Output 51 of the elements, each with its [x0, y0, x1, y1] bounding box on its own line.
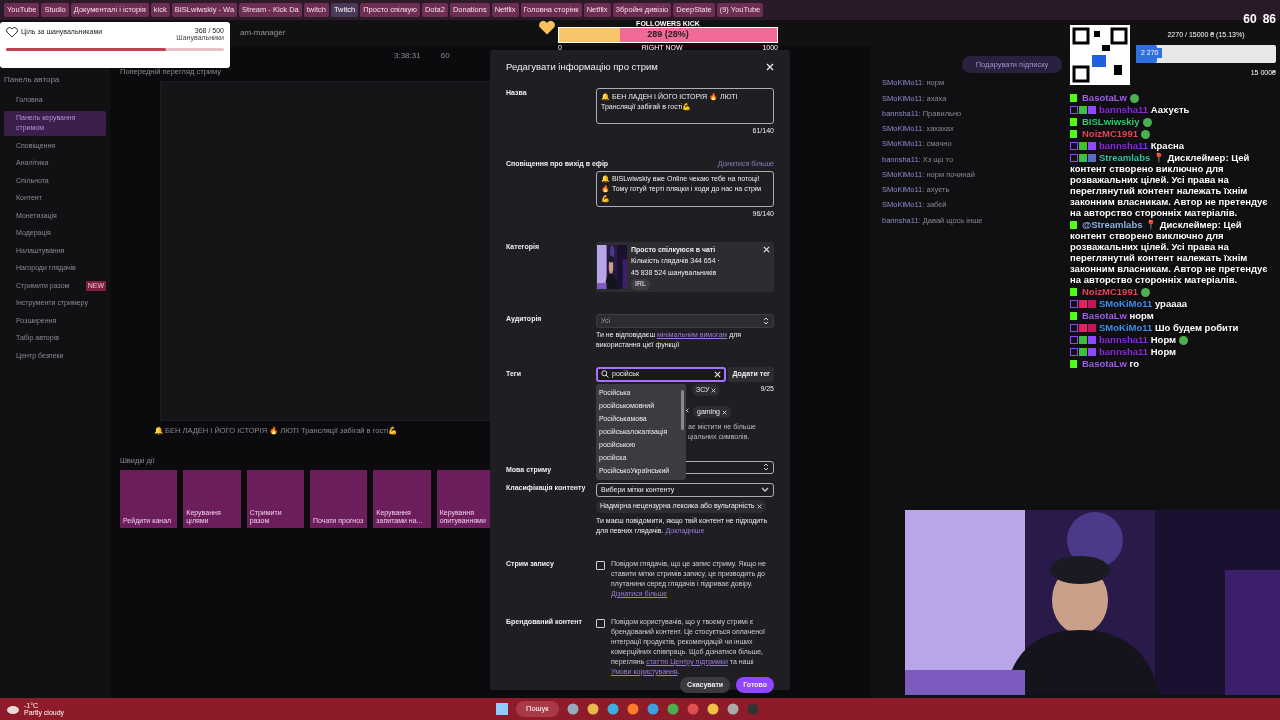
start-icon[interactable]	[496, 703, 508, 715]
checkbox[interactable]	[596, 560, 605, 570]
chat-message: bannsha11 Норм	[1070, 334, 1278, 345]
app-icon[interactable]	[626, 703, 639, 715]
kick-icon	[1070, 360, 1077, 369]
close-icon[interactable]	[766, 63, 774, 72]
chevron-icon	[763, 463, 769, 472]
qr-code-icon	[1070, 25, 1130, 85]
weather-icon	[6, 703, 20, 715]
chat-message: Streamlabs 📍 Дисклеймер: Цей контент створено виключно для розважальних цілей. Усі права на переглянутий контент належать їхнім законним власникам. Автор не претендує на авторство сторонніх матеріалів.	[1070, 152, 1269, 218]
chat-message: BasotaLw	[1070, 92, 1278, 103]
twitch-icon	[1070, 106, 1078, 115]
clear-icon[interactable]	[714, 370, 722, 378]
dialog-title: Редагувати інформацію про стрим	[506, 60, 658, 74]
kick-icon	[1070, 221, 1077, 230]
chat-message: NoizMC1991	[1070, 286, 1278, 297]
kick-icon	[1070, 312, 1077, 321]
chat-message: BISLwiwskiy	[1070, 116, 1278, 127]
twitch-icon	[1070, 300, 1078, 309]
stat-value: 60	[440, 50, 450, 62]
chat-message: BasotaLw норм	[1070, 310, 1278, 321]
chat-message: bannsha11 Красна	[1070, 140, 1278, 151]
followers-reading: 289 (28%)	[646, 28, 690, 42]
chat-message: BasotaLw го	[1070, 358, 1278, 369]
kick-icon	[1070, 94, 1077, 103]
chat-message: bannsha11 Норм	[1070, 346, 1278, 357]
app-icon[interactable]	[706, 703, 719, 715]
stat-value: 3:38:31	[394, 50, 421, 62]
chat-message: SMoKiMo11 ураааа	[1070, 298, 1278, 309]
app-icon[interactable]	[606, 703, 619, 715]
app-icon[interactable]	[586, 703, 599, 715]
app-icon[interactable]	[726, 703, 739, 715]
kick-icon	[1070, 288, 1077, 297]
remove-icon[interactable]	[711, 387, 717, 393]
remove-icon[interactable]	[756, 504, 762, 509]
chat-message: NoizMC1991	[1070, 128, 1278, 139]
scrollbar	[681, 389, 684, 430]
heart-icon	[538, 20, 556, 36]
chat-message: SMoKiMo11 Шо будем робити	[1070, 322, 1278, 333]
sidebar-title: Панель автора	[4, 74, 61, 86]
chat-message: bannsha11 Аахуєть	[1070, 104, 1278, 115]
remove-icon[interactable]	[763, 245, 770, 253]
heart-icon	[6, 27, 18, 38]
chat-message: @Streamlabs 📍 Дисклеймер: Цей контент створено виключно для розважальних цілей. Усі права на переглянутий контент належать їхнім законним власникам. Автор не претендує на авторство сторонніх матеріалів.	[1070, 219, 1269, 285]
app-icon[interactable]	[566, 703, 579, 715]
app-icon[interactable]	[646, 703, 659, 715]
remove-icon[interactable]	[721, 409, 727, 415]
checkbox[interactable]	[596, 618, 605, 628]
app-icon[interactable]	[666, 703, 679, 715]
address-text: am-manager	[240, 27, 286, 39]
search-icon	[601, 370, 609, 379]
